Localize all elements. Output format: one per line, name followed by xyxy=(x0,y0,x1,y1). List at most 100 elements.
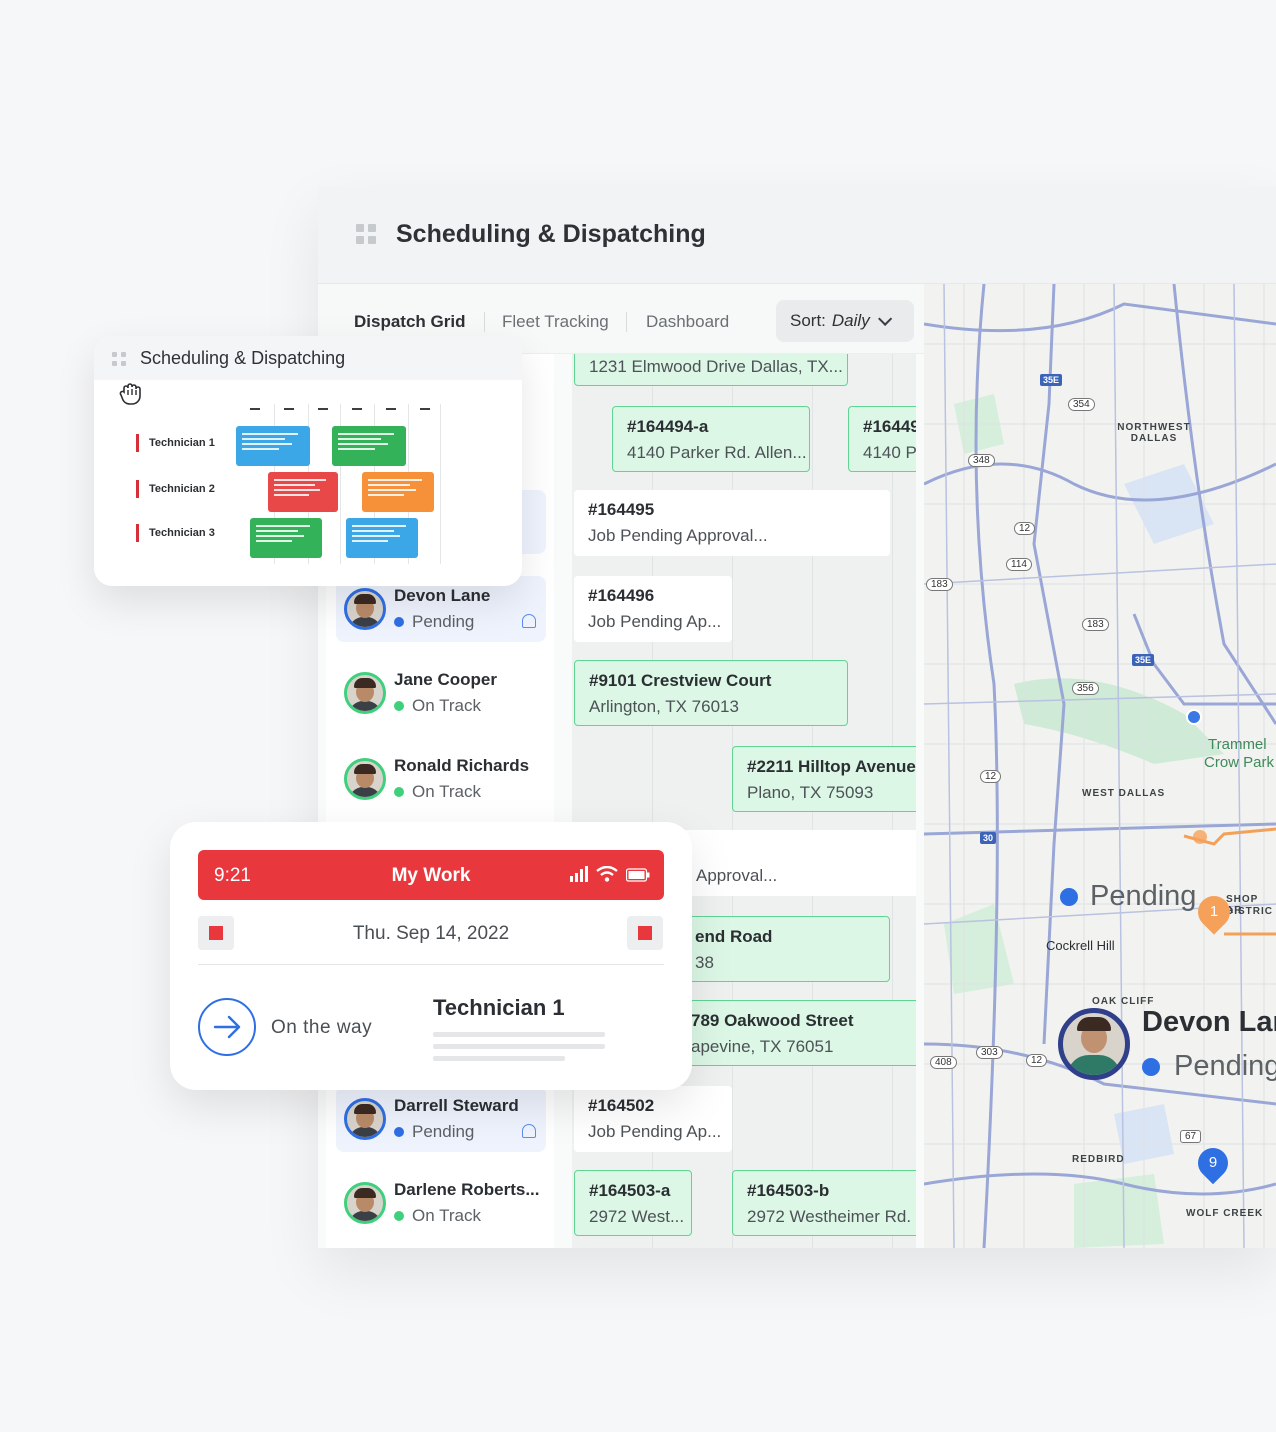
window-header: Scheduling & Dispatching xyxy=(318,186,1276,284)
technician-status: On Track xyxy=(394,1206,481,1226)
avatar xyxy=(344,588,386,630)
job-grid: 1231 Elmwood Drive Dallas, TX... #164494… xyxy=(572,354,916,1248)
signal-icon xyxy=(570,866,588,882)
job-card[interactable]: #164494140 Pa xyxy=(848,406,916,472)
gantt-bar[interactable] xyxy=(346,518,418,558)
list-item[interactable]: Darrell Steward Pending xyxy=(336,1086,546,1152)
placeholder-line xyxy=(433,1044,605,1049)
placeholder-line xyxy=(433,1032,605,1037)
tab-dashboard[interactable]: Dashboard xyxy=(646,312,729,332)
tab-fleet-tracking[interactable]: Fleet Tracking xyxy=(502,312,609,332)
technician-name: Darlene Roberts... xyxy=(394,1180,540,1199)
pending-label: Pending xyxy=(1090,880,1197,912)
job-card[interactable]: #164502 Job Pending Ap... xyxy=(574,1086,732,1152)
schedule-card-header: Scheduling & Dispatching xyxy=(94,336,522,380)
job-card[interactable]: #164503-a 2972 West... xyxy=(574,1170,692,1236)
map-label: Crow Park xyxy=(1204,754,1275,771)
status-label: On the way xyxy=(271,1017,373,1038)
job-card[interactable]: 1231 Elmwood Drive Dallas, TX... xyxy=(574,354,848,386)
bell-icon[interactable] xyxy=(522,1124,536,1138)
highway-shield: 114 xyxy=(1006,558,1032,571)
placeholder-line xyxy=(433,1056,565,1061)
gantt-bar[interactable] xyxy=(268,472,338,512)
highway-shield: 12 xyxy=(1014,522,1036,535)
technician-status: Pending xyxy=(394,612,474,632)
technician-name: Devon Lane xyxy=(394,586,491,605)
sort-label: Sort: xyxy=(790,311,826,330)
map-label: DISTRIC xyxy=(1226,906,1273,917)
highway-shield: 183 xyxy=(1082,618,1109,631)
schedule-card-title: Scheduling & Dispatching xyxy=(140,348,346,368)
technician-name: Darrell Steward xyxy=(394,1096,519,1115)
mywork-card: 9:21 My Work Thu. Sep 14, 2022 On the wa… xyxy=(170,822,692,1090)
technician-status: On Track xyxy=(394,696,481,716)
job-card[interactable]: #2211 Hilltop Avenue Plano, TX 75093 xyxy=(732,746,916,812)
list-item[interactable]: Ronald Richards On Track xyxy=(336,746,546,812)
battery-icon xyxy=(626,868,650,882)
schedule-card: Scheduling & Dispatching Technician 1 Te… xyxy=(94,336,522,586)
highway-shield: 35E xyxy=(1132,654,1155,666)
map-label: Cockrell Hill xyxy=(1046,938,1115,953)
map-avatar[interactable] xyxy=(1058,1008,1130,1080)
highway-shield: 12 xyxy=(1026,1054,1048,1067)
job-card[interactable]: #164496 Job Pending Ap... xyxy=(574,576,732,642)
highway-shield: 348 xyxy=(968,454,995,467)
blue-pin-number: 9 xyxy=(1208,1154,1218,1171)
avatar xyxy=(344,1098,386,1140)
pending-dot xyxy=(1060,887,1078,906)
next-date-button[interactable] xyxy=(627,916,663,950)
list-item[interactable]: Darlene Roberts... On Track xyxy=(336,1170,546,1236)
drag-handle-icon[interactable] xyxy=(356,224,376,244)
tab-dispatch-grid[interactable]: Dispatch Grid xyxy=(354,312,465,332)
tab-divider xyxy=(626,312,627,332)
technician-label: Technician 1 xyxy=(433,995,565,1020)
map-view[interactable]: NORTHWEST DALLAS WEST DALLAS Cockrell Hi… xyxy=(924,284,1276,1248)
highway-shield: 408 xyxy=(930,1056,957,1069)
page-title: Scheduling & Dispatching xyxy=(396,220,706,248)
job-card[interactable]: #164503-b 2972 Westheimer Rd. S xyxy=(732,1170,916,1236)
highway-shield: 303 xyxy=(976,1046,1003,1059)
list-item[interactable]: Jane Cooper On Track xyxy=(336,660,546,726)
gantt-bar[interactable] xyxy=(236,426,310,466)
chevron-down-icon xyxy=(877,311,892,326)
orange-pin-number: 1 xyxy=(1209,903,1219,920)
bell-icon[interactable] xyxy=(522,614,536,628)
highway-shield: 356 xyxy=(1072,682,1099,695)
job-card[interactable]: #164495 Job Pending Approval... xyxy=(574,490,890,556)
map-label: Trammel xyxy=(1208,736,1267,753)
map-label: WOLF CREEK xyxy=(1186,1208,1264,1219)
technician-status: Pending xyxy=(394,1122,474,1142)
highway-shield: 30 xyxy=(980,832,997,844)
technician-name: Jane Cooper xyxy=(394,670,497,689)
map-label: NORTHWEST DALLAS xyxy=(1117,422,1191,444)
map-label: WEST DALLAS xyxy=(1082,788,1166,799)
schedule-row-label: Technician 1 xyxy=(136,434,215,452)
orange-pin[interactable]: 1 xyxy=(1191,889,1237,935)
gantt-bar[interactable] xyxy=(332,426,406,466)
job-card[interactable]: #9101 Crestview Court Arlington, TX 76013 xyxy=(574,660,848,726)
mywork-date: Thu. Sep 14, 2022 xyxy=(352,923,510,944)
avatar xyxy=(344,758,386,800)
status-icons xyxy=(570,866,650,882)
job-card[interactable]: #164494-a 4140 Parker Rd. Allen... xyxy=(612,406,810,472)
sort-dropdown[interactable]: Sort: Daily xyxy=(776,300,914,342)
avatar xyxy=(344,672,386,714)
highway-shield: 12 xyxy=(980,770,1002,783)
schedule-row-label: Technician 3 xyxy=(136,524,215,542)
arrow-right-icon[interactable] xyxy=(198,998,256,1056)
map-label: REDBIRD xyxy=(1072,1154,1125,1165)
mobile-status-bar: 9:21 My Work xyxy=(198,850,664,900)
pending-marker[interactable]: Pending xyxy=(1060,880,1196,913)
drag-handle-icon[interactable] xyxy=(112,352,126,366)
gantt-bar[interactable] xyxy=(250,518,322,558)
grab-hand-icon xyxy=(119,383,141,405)
highway-shield: 183 xyxy=(926,578,953,591)
sort-value: Daily xyxy=(831,311,870,330)
wifi-icon xyxy=(596,866,618,882)
gantt-bar[interactable] xyxy=(362,472,434,512)
map-person-name: Devon Lar xyxy=(1142,1006,1276,1038)
schedule-row-label: Technician 2 xyxy=(136,480,215,498)
blue-pin[interactable]: 9 xyxy=(1191,1141,1235,1185)
technician-name: Ronald Richards xyxy=(394,756,530,775)
divider xyxy=(198,964,664,965)
